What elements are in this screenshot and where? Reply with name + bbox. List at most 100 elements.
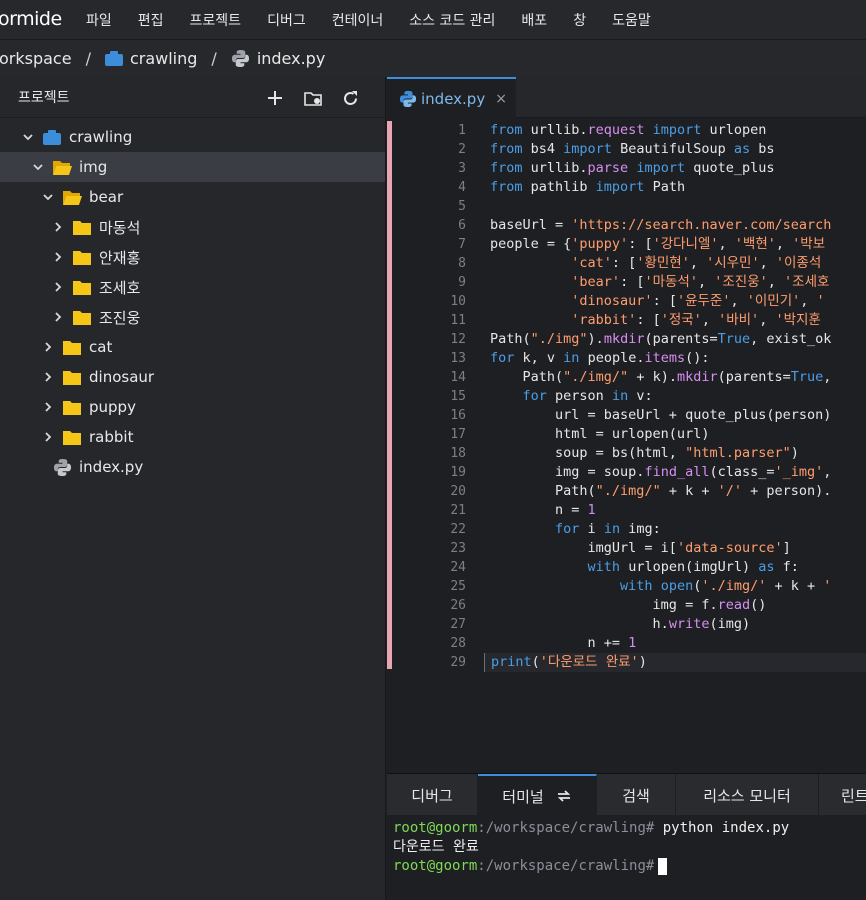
chevron-down-icon[interactable] bbox=[40, 189, 56, 205]
chevron-right-icon[interactable] bbox=[40, 429, 56, 445]
tab-lint[interactable]: 린트 bbox=[819, 774, 866, 816]
code-token: in bbox=[603, 521, 621, 537]
code-content[interactable]: from urllib.request import urlopen from b… bbox=[484, 121, 866, 672]
chevron-down-icon[interactable] bbox=[30, 159, 46, 175]
code-token: from bbox=[490, 122, 523, 138]
chevron-down-icon[interactable] bbox=[20, 129, 36, 145]
folder-icon bbox=[72, 278, 92, 296]
folder-icon bbox=[62, 368, 82, 386]
terminal-line: root@goorm:/workspace/crawling# bbox=[393, 857, 866, 876]
code-token: (parents= bbox=[644, 331, 718, 347]
line-number: 15 bbox=[450, 389, 466, 404]
line-number: 22 bbox=[450, 522, 466, 537]
code-token: imgUrl = i[ bbox=[490, 540, 677, 556]
line-number: 23 bbox=[450, 541, 466, 556]
chevron-right-icon[interactable] bbox=[50, 309, 66, 325]
python-icon bbox=[399, 90, 417, 108]
tab-index-py[interactable]: index.py × bbox=[387, 77, 516, 118]
sync-icon[interactable] bbox=[556, 789, 572, 803]
menu-window[interactable]: 창 bbox=[573, 10, 586, 30]
chevron-right-icon[interactable] bbox=[40, 339, 56, 355]
menu-help[interactable]: 도움말 bbox=[612, 10, 651, 30]
line-number: 25 bbox=[450, 579, 466, 594]
code-token: Path( bbox=[490, 369, 564, 385]
breadcrumb-project[interactable]: crawling bbox=[104, 49, 198, 68]
code-token: bs4 bbox=[522, 141, 564, 157]
new-folder-icon[interactable] bbox=[302, 87, 324, 109]
menu-edit[interactable]: 편집 bbox=[138, 10, 164, 30]
chevron-right-icon[interactable] bbox=[50, 249, 66, 265]
breadcrumb-workspace[interactable]: orkspace bbox=[0, 49, 72, 68]
code-token: 'bear' bbox=[571, 274, 621, 290]
chevron-right-icon[interactable] bbox=[40, 369, 56, 385]
tree-item-project[interactable]: crawling bbox=[0, 122, 385, 152]
code-token: h. bbox=[490, 616, 669, 632]
tree-item-folder[interactable]: cat bbox=[0, 332, 385, 362]
app-logo[interactable]: ormide bbox=[0, 8, 62, 30]
menu-file[interactable]: 파일 bbox=[86, 10, 112, 30]
chevron-right-icon[interactable] bbox=[40, 399, 56, 415]
menu-project[interactable]: 프로젝트 bbox=[190, 10, 242, 30]
tab-debug[interactable]: 디버그 bbox=[387, 774, 478, 816]
close-icon[interactable]: × bbox=[495, 91, 507, 107]
line-number: 29 bbox=[450, 655, 466, 670]
tab-terminal[interactable]: 터미널 bbox=[478, 774, 597, 816]
code-editor[interactable]: 1 2 3 4 5 6 7 8 9 10 11 12 13 14 15 16 17 18 19 20 21 22 23 24 2… bbox=[387, 118, 866, 773]
code-token: "./img/" bbox=[595, 483, 661, 499]
tab-resource-monitor[interactable]: 리소스 모니터 bbox=[676, 774, 819, 816]
tree-item-folder[interactable]: 조진웅 bbox=[0, 302, 385, 332]
chevron-right-icon[interactable] bbox=[50, 219, 66, 235]
tree-item-label: 조진웅 bbox=[99, 308, 141, 327]
tab-search[interactable]: 검색 bbox=[597, 774, 676, 816]
code-token: '바비' bbox=[718, 312, 760, 328]
code-line: print('다운로드 완료') bbox=[484, 653, 866, 672]
code-token: mkdir bbox=[676, 369, 718, 385]
code-line: from urllib.parse import quote_plus bbox=[490, 159, 866, 178]
refresh-icon[interactable] bbox=[339, 87, 361, 109]
code-token: n += bbox=[490, 635, 629, 651]
code-token: find_all bbox=[644, 464, 710, 480]
code-token: people. bbox=[579, 350, 645, 366]
code-token: from bbox=[490, 160, 523, 176]
breadcrumb-project-label: crawling bbox=[129, 49, 198, 68]
add-icon[interactable] bbox=[264, 87, 286, 109]
menu-container[interactable]: 컨테이너 bbox=[332, 10, 384, 30]
line-number: 11 bbox=[450, 313, 466, 328]
tree-item-python-file[interactable]: index.py bbox=[0, 452, 385, 482]
code-line: from pathlib import Path bbox=[490, 178, 866, 197]
line-number: 16 bbox=[450, 408, 466, 423]
menu-deploy[interactable]: 배포 bbox=[521, 10, 547, 30]
breadcrumb-file[interactable]: index.py bbox=[231, 49, 325, 68]
code-token: ). bbox=[587, 331, 604, 347]
tree-item-folder[interactable]: 조세호 bbox=[0, 272, 385, 302]
code-token: '조진웅' bbox=[714, 274, 768, 290]
chevron-right-icon[interactable] bbox=[50, 279, 66, 295]
code-token: , bbox=[823, 369, 832, 385]
menu-source-control[interactable]: 소스 코드 관리 bbox=[409, 10, 495, 30]
code-token: (class_= bbox=[709, 464, 775, 480]
code-line: soup = bs(html, "html.parser") bbox=[490, 444, 866, 463]
code-token: , bbox=[767, 274, 785, 290]
code-token: urlopen bbox=[701, 122, 767, 138]
line-number: 4 bbox=[458, 180, 466, 195]
tree-item-folder[interactable]: dinosaur bbox=[0, 362, 385, 392]
tree-item-folder[interactable]: bear bbox=[0, 182, 385, 212]
code-token: in bbox=[611, 388, 629, 404]
tree-item-folder[interactable]: 안재홍 bbox=[0, 242, 385, 272]
code-token: from bbox=[490, 141, 523, 157]
code-token: for bbox=[555, 521, 580, 537]
code-line: img = soup.find_all(class_='_img', bbox=[490, 463, 866, 482]
code-token: , bbox=[730, 293, 747, 309]
code-token: pathlib bbox=[522, 179, 596, 195]
tree-item-folder[interactable]: 마동석 bbox=[0, 212, 385, 242]
code-line: from bs4 import BeautifulSoup as bs bbox=[490, 140, 866, 159]
tree-item-folder[interactable]: img bbox=[0, 152, 385, 182]
tree-item-folder[interactable]: rabbit bbox=[0, 422, 385, 452]
menu-debug[interactable]: 디버그 bbox=[267, 10, 306, 30]
tree-item-folder[interactable]: puppy bbox=[0, 392, 385, 422]
terminal-output[interactable]: root@goorm:/workspace/crawling# python i… bbox=[387, 815, 866, 900]
code-token: '황민현' bbox=[636, 255, 690, 271]
